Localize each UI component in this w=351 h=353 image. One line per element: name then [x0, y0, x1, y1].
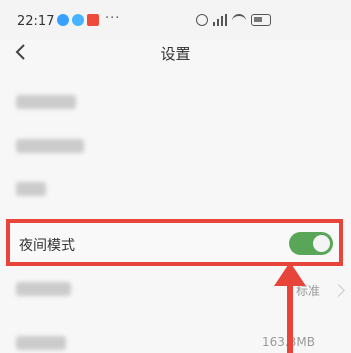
settings-row-blurred[interactable]: [16, 95, 76, 109]
more-notifications-icon: ···: [105, 11, 121, 26]
settings-row-blurred[interactable]: [16, 182, 46, 196]
signal-icon: [213, 14, 229, 26]
app-notification-icon: [87, 14, 99, 26]
night-mode-label: 夜间模式: [19, 238, 75, 254]
alarm-icon: [196, 14, 208, 26]
night-mode-row[interactable]: 夜间模式: [6, 219, 343, 266]
settings-row-blurred[interactable]: [16, 139, 84, 153]
chevron-right-icon: [332, 284, 345, 297]
wifi-icon: [232, 14, 246, 26]
up-arrow-icon: [274, 262, 306, 353]
settings-row-blurred[interactable]: [16, 282, 71, 296]
page-title: 设置: [160, 45, 191, 63]
battery-icon: [251, 14, 271, 26]
settings-row-blurred[interactable]: [16, 336, 66, 350]
app-notification-icon: [72, 14, 84, 26]
status-bar: 22:17 ···: [0, 0, 351, 40]
app-notification-icon: [57, 14, 69, 26]
toggle-knob: [313, 235, 330, 252]
night-mode-toggle[interactable]: [289, 232, 333, 255]
status-time: 22:17: [17, 14, 55, 29]
settings-screen: 22:17 ··· 设置 夜间模式 标准 163.3MB: [0, 0, 351, 353]
